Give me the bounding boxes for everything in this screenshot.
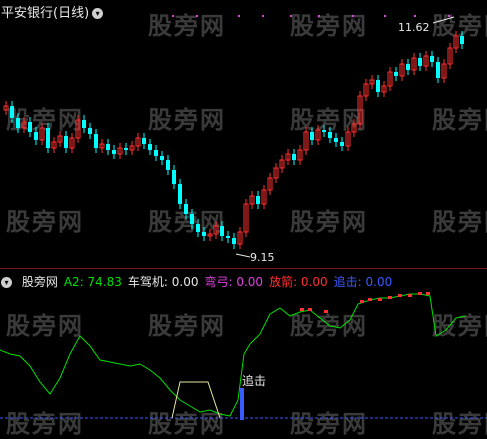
fangjian-dot <box>360 300 364 303</box>
fangjian-dot <box>308 308 312 311</box>
indicator-value-wangong: 弯弓: 0.00 <box>204 275 264 289</box>
indicator-header: ▾ 股旁网 A2: 74.83 车驾机: 0.00 弯弓: 0.00 放箭: 0.00 追… <box>1 273 398 290</box>
candle-body <box>196 224 200 232</box>
marker-dot <box>172 15 174 17</box>
marker-dot <box>196 15 198 17</box>
candle-body <box>34 132 38 140</box>
candle-body <box>322 130 326 132</box>
candle-body <box>202 232 206 236</box>
candle-body <box>10 106 14 118</box>
candle-body <box>418 58 422 66</box>
fangjian-dot <box>418 292 422 295</box>
candle-body <box>160 156 164 160</box>
candle-body <box>16 118 20 128</box>
fangjian-dot <box>408 294 412 297</box>
candlestick-chart[interactable]: 11.62 9.15 <box>0 0 487 268</box>
indicator-value-a2: A2: 74.83 <box>63 275 122 289</box>
fangjian-dot <box>378 298 382 301</box>
candle-body <box>124 148 128 150</box>
indicator-chart[interactable]: 追击 <box>0 270 487 424</box>
candle-body <box>220 226 224 236</box>
candle-body <box>142 138 146 144</box>
candle-body <box>376 80 380 92</box>
candle-body <box>310 132 314 140</box>
marker-dot <box>262 15 264 17</box>
fangjian-markers <box>300 292 430 313</box>
fangjian-dot <box>300 308 304 311</box>
fangjian-dot <box>388 296 392 299</box>
candle-body <box>88 128 92 134</box>
price-panel[interactable]: 11.62 9.15 平安银行(日线) ▾ <box>0 0 487 268</box>
candle-body <box>430 56 434 62</box>
candle-body <box>226 236 230 238</box>
candle-body <box>406 64 410 70</box>
candle-body <box>256 196 260 204</box>
candle-body <box>232 238 236 244</box>
candle-body <box>82 120 86 128</box>
chevron-down-icon[interactable]: ▾ <box>92 8 104 19</box>
marker-dot <box>384 15 386 17</box>
candle-body <box>106 144 110 150</box>
candle-body <box>328 132 332 138</box>
candle-body <box>184 204 188 214</box>
candle-body <box>394 72 398 76</box>
high-price-label: 11.62 <box>398 21 430 34</box>
dot-row <box>172 15 450 17</box>
candle-body <box>460 36 464 44</box>
candle-body <box>64 136 68 148</box>
indicator-value-zhuiji: 追击: 0.00 <box>333 275 393 289</box>
zhuiji-annotation: 追击 <box>242 373 266 388</box>
indicator-value-chejiaji: 车驾机: 0.00 <box>127 275 199 289</box>
marker-dot <box>238 15 240 17</box>
candle-body <box>436 62 440 78</box>
fangjian-dot <box>324 310 328 313</box>
candle-body <box>292 154 296 160</box>
candle-body <box>154 150 158 156</box>
candle-body <box>148 144 152 150</box>
low-price-label: 9.15 <box>250 251 275 264</box>
indicator-value-fangjian: 放箭: 0.00 <box>269 275 328 289</box>
candle-body <box>172 170 176 184</box>
marker-dot <box>290 15 292 17</box>
a2-line <box>0 293 467 417</box>
low-marker: 9.15 <box>235 251 275 264</box>
candle-body <box>94 134 98 148</box>
chart-title-text: 平安银行(日线) <box>1 6 90 21</box>
marker-dot <box>414 15 416 17</box>
indicator-name: 股旁网 <box>21 275 58 289</box>
candle-body <box>112 150 116 154</box>
candle-body <box>166 160 170 170</box>
fangjian-dot <box>368 298 372 301</box>
panel-divider <box>0 268 487 269</box>
candle-body <box>28 122 32 132</box>
candlesticks <box>3 31 464 249</box>
high-marker: 11.62 <box>398 16 455 34</box>
fangjian-dot <box>426 292 430 295</box>
marker-dot <box>448 15 450 17</box>
fangjian-dot <box>398 294 402 297</box>
marker-dot <box>352 15 354 17</box>
candle-body <box>178 184 182 204</box>
marker-dot <box>318 15 320 17</box>
chevron-down-icon[interactable]: ▾ <box>1 277 12 288</box>
candle-body <box>46 128 50 148</box>
candle-body <box>190 214 194 224</box>
chart-title[interactable]: 平安银行(日线) ▾ <box>1 2 104 21</box>
candle-body <box>334 138 338 142</box>
zhuiji-bar <box>240 388 244 420</box>
candle-body <box>340 142 344 146</box>
indicator-panel[interactable]: 追击 ▾ 股旁网 A2: 74.83 车驾机: 0.00 弯弓: 0.00 放箭: 0.… <box>0 270 487 424</box>
chejiaji-line <box>171 381 221 419</box>
